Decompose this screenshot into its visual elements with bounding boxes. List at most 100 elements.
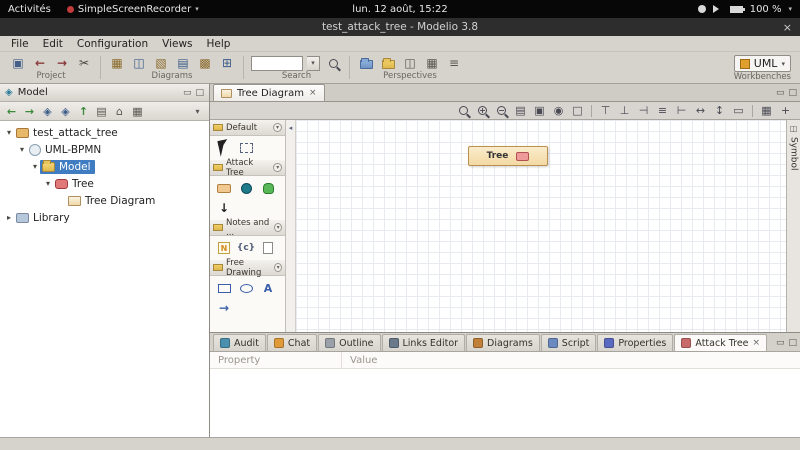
search-input[interactable] — [251, 55, 303, 71]
document-tool[interactable] — [260, 241, 276, 255]
diagram-node-tree[interactable]: Tree — [468, 146, 548, 166]
activities-button[interactable]: Activités — [8, 4, 51, 15]
tab-attack-tree[interactable]: Attack Tree × — [674, 334, 768, 351]
system-tray[interactable]: 100 % ▾ — [697, 4, 792, 15]
menu-help[interactable]: Help — [200, 37, 238, 51]
bottom-panel-minimize-button[interactable]: ▭ — [776, 338, 785, 348]
perspective-diagram-button[interactable] — [379, 55, 397, 71]
model-panel-header[interactable]: ◈ Model ▭ □ — [0, 84, 209, 102]
expander-icon[interactable]: ▾ — [17, 145, 27, 154]
print-button[interactable]: ▤ — [512, 103, 529, 118]
expander-icon[interactable]: ▾ — [43, 179, 53, 188]
perspective-analysis-button[interactable]: ▦ — [423, 55, 441, 71]
column-property[interactable]: Property — [210, 352, 342, 368]
search-dropdown-button[interactable]: ▾ — [307, 55, 320, 71]
toggle-grid-button[interactable]: ▦ — [758, 103, 775, 118]
redo-button[interactable]: → — [53, 55, 71, 71]
tab-audit[interactable]: Audit — [213, 334, 266, 351]
tree-row-project[interactable]: ▾ test_attack_tree — [0, 124, 209, 141]
create-matrix-button[interactable]: ⊞ — [218, 55, 236, 71]
tab-script[interactable]: Script — [540, 334, 597, 351]
diagram-canvas[interactable]: Tree — [296, 120, 786, 332]
flat-view-button[interactable]: ▤ — [93, 104, 110, 119]
group-toggle-icon[interactable]: ▾ — [273, 123, 282, 132]
rectangle-tool[interactable] — [216, 281, 232, 295]
connection-tool[interactable]: ↓ — [216, 201, 232, 215]
clock[interactable]: lun. 12 août, 15:22 — [352, 4, 447, 15]
group-toggle-icon[interactable]: ▾ — [274, 263, 282, 272]
save-project-button[interactable]: ▣ — [9, 55, 27, 71]
show-links-button[interactable]: ◈ — [39, 104, 56, 119]
menu-file[interactable]: File — [4, 37, 36, 51]
create-usecase-diagram-button[interactable]: ◫ — [130, 55, 148, 71]
tree-options-button[interactable]: ▦ — [129, 104, 146, 119]
distribute-vertical-button[interactable]: ↕ — [711, 103, 728, 118]
nav-back-button[interactable]: ← — [3, 104, 20, 119]
tab-chat[interactable]: Chat — [266, 334, 318, 351]
editor-maximize-button[interactable]: □ — [788, 88, 797, 98]
palette-collapse-strip[interactable]: ◂ — [286, 120, 296, 332]
align-left-button[interactable]: ⊣ — [635, 103, 652, 118]
align-right-button[interactable]: ⊢ — [673, 103, 690, 118]
toggle-snap-button[interactable]: + — [777, 103, 794, 118]
select-tool[interactable] — [216, 139, 232, 157]
window-close-button[interactable]: × — [783, 18, 792, 36]
undo-button[interactable]: ← — [31, 55, 49, 71]
perspective-development-button[interactable]: ◫ — [401, 55, 419, 71]
tab-diagrams[interactable]: Diagrams — [466, 334, 540, 351]
expander-icon[interactable]: ▸ — [4, 213, 14, 222]
tab-links-editor[interactable]: Links Editor — [381, 334, 466, 351]
ellipse-tool[interactable] — [238, 281, 254, 295]
palette-group-attack-tree[interactable]: Attack Tree ▾ — [210, 158, 285, 178]
align-bottom-button[interactable]: ⊥ — [616, 103, 633, 118]
zoom-selection-button[interactable] — [455, 103, 472, 118]
screenshot-button[interactable]: ◉ — [550, 103, 567, 118]
menu-views[interactable]: Views — [155, 37, 199, 51]
palette-group-notes[interactable]: Notes and ... ▾ — [210, 218, 285, 238]
tree-row-model[interactable]: ▾ Model — [0, 158, 209, 175]
create-state-diagram-button[interactable]: ▤ — [174, 55, 192, 71]
note-tool[interactable]: N — [216, 241, 232, 255]
perspective-model-button[interactable] — [357, 55, 375, 71]
save-diagram-button[interactable]: ▣ — [531, 103, 548, 118]
tab-tree-diagram[interactable]: Tree Diagram × — [213, 84, 325, 101]
menu-edit[interactable]: Edit — [36, 37, 70, 51]
zoom-out-button[interactable] — [493, 103, 510, 118]
same-size-button[interactable]: ▭ — [730, 103, 747, 118]
view-menu-button[interactable]: ▾ — [189, 104, 206, 119]
create-class-diagram-button[interactable]: ▦ — [108, 55, 126, 71]
bottom-panel-maximize-button[interactable]: □ — [788, 338, 797, 348]
group-toggle-icon[interactable]: ▾ — [273, 163, 282, 172]
tab-outline[interactable]: Outline — [318, 334, 381, 351]
marquee-tool[interactable] — [238, 141, 254, 155]
zoom-in-button[interactable] — [474, 103, 491, 118]
property-table-body[interactable] — [210, 369, 800, 437]
nav-forward-button[interactable]: → — [21, 104, 38, 119]
column-value[interactable]: Value — [342, 355, 377, 366]
show-inheritance-button[interactable]: ◈ — [57, 104, 74, 119]
tree-row-library[interactable]: ▸ Library — [0, 209, 209, 226]
distribute-horizontal-button[interactable]: ↔ — [692, 103, 709, 118]
create-bpmn-diagram-button[interactable]: ▩ — [196, 55, 214, 71]
search-button[interactable] — [324, 55, 342, 71]
and-gate-tool[interactable] — [238, 181, 254, 195]
expander-icon[interactable]: ▾ — [4, 128, 14, 137]
align-center-button[interactable]: ≡ — [654, 103, 671, 118]
menu-configuration[interactable]: Configuration — [70, 37, 155, 51]
window-title-bar[interactable]: test_attack_tree - Modelio 3.8 × — [0, 18, 800, 36]
cut-button[interactable]: ✂ — [75, 55, 93, 71]
or-gate-tool[interactable] — [260, 181, 276, 195]
symbol-tab[interactable]: Symbol — [789, 137, 799, 171]
go-up-button[interactable]: ↑ — [75, 104, 92, 119]
tree-row-tree-diagram[interactable]: Tree Diagram — [0, 192, 209, 209]
create-sequence-diagram-button[interactable]: ▧ — [152, 55, 170, 71]
panel-minimize-button[interactable]: ▭ — [183, 88, 192, 98]
line-tool[interactable]: → — [216, 301, 232, 315]
active-app-menu[interactable]: SimpleScreenRecorder ▾ — [66, 4, 199, 15]
tab-close-icon[interactable]: × — [753, 338, 761, 348]
editor-minimize-button[interactable]: ▭ — [776, 88, 785, 98]
palette-group-default[interactable]: Default ▾ — [210, 120, 285, 136]
collapse-palette-icon[interactable]: ◂ — [289, 124, 293, 332]
panel-maximize-button[interactable]: □ — [195, 88, 204, 98]
symbol-panel-icon[interactable]: ◫ — [790, 124, 798, 133]
